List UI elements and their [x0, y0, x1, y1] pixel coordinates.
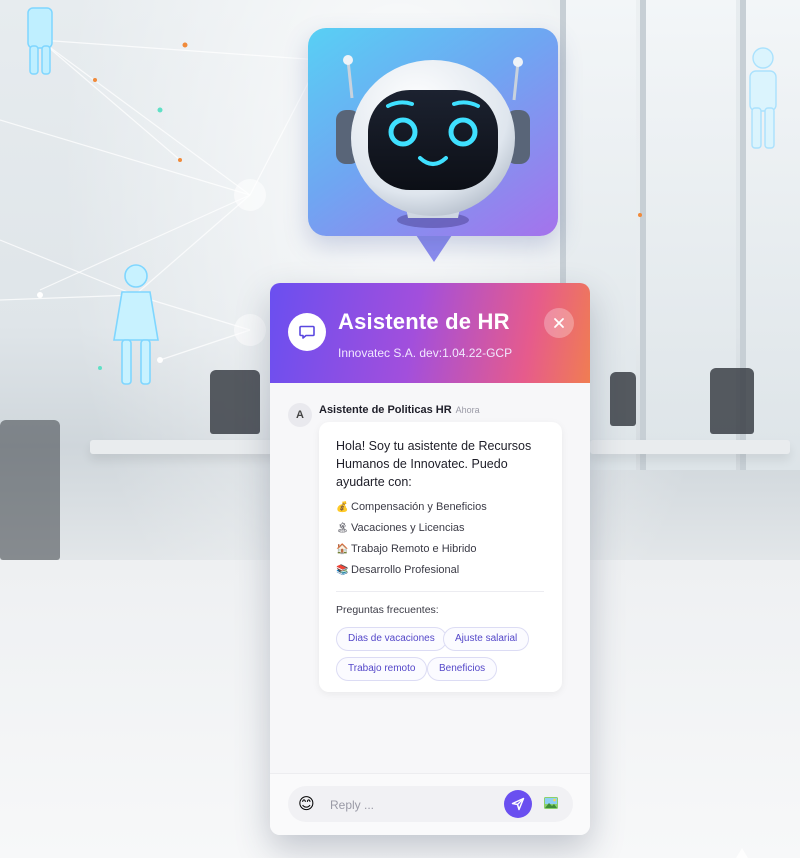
message-time: Ahora — [455, 405, 480, 415]
topic-item: 🏠 Trabajo Remoto e Hibrido — [336, 543, 477, 555]
sender-name: Asistente de Politicas HR — [319, 404, 452, 416]
palm-tree-icon: 🏝 — [336, 523, 349, 534]
bot-avatar: A — [288, 403, 312, 427]
divider — [336, 591, 544, 592]
image-icon — [544, 797, 558, 809]
reply-box: 😊 — [288, 786, 573, 822]
person-icon — [27, 7, 53, 75]
robot-icon — [336, 55, 530, 228]
send-icon — [511, 797, 525, 811]
smiley-icon[interactable]: 😊 — [298, 794, 315, 814]
topic-label: Trabajo Remoto e Hibrido — [351, 543, 477, 555]
topic-item: 📚 Desarrollo Profesional — [336, 564, 459, 576]
faq-chip-ajuste-salarial[interactable]: Ajuste salarial — [443, 627, 530, 651]
money-bag-icon: 💰 — [336, 502, 349, 513]
reply-input[interactable] — [328, 794, 492, 816]
faq-chip-trabajo-remoto[interactable]: Trabajo remoto — [336, 657, 428, 681]
hr-chat-widget: Asistente de HR Innovatec S.A. dev:1.04.… — [270, 283, 590, 835]
topic-label: Compensación y Beneficios — [351, 501, 487, 513]
faq-chip-beneficios[interactable]: Beneficios — [427, 657, 498, 681]
robot-avatar-card — [308, 28, 558, 236]
chat-header: Asistente de HR Innovatec S.A. dev:1.04.… — [270, 283, 590, 383]
message-bubble: Hola! Soy tu asistente de Recursos Human… — [319, 422, 562, 692]
person-icon — [749, 47, 777, 149]
close-icon — [554, 318, 564, 328]
faq-title: Preguntas frecuentes: — [336, 604, 439, 616]
intro-text: Hola! Soy tu asistente de Recursos Human… — [336, 439, 532, 489]
chat-bubble-icon — [288, 313, 326, 351]
close-button[interactable] — [544, 308, 574, 338]
chat-title: Asistente de HR — [338, 309, 510, 334]
image-upload-button[interactable] — [543, 795, 559, 816]
message-sender: Asistente de Politicas HR Ahora — [319, 404, 480, 416]
topic-item: 💰 Compensación y Beneficios — [336, 501, 487, 513]
books-icon: 📚 — [336, 565, 349, 576]
home-icon: 🏠 — [336, 544, 349, 555]
faq-chip-vacaciones[interactable]: Dias de vacaciones — [336, 627, 447, 651]
send-button[interactable] — [504, 790, 532, 818]
chat-subtitle: Innovatec S.A. dev:1.04.22-GCP — [338, 346, 513, 360]
message-list[interactable]: A Asistente de Politicas HR Ahora Hola! S… — [270, 383, 590, 773]
topic-label: Desarrollo Profesional — [351, 564, 460, 576]
topic-item: 🏝 Vacaciones y Licencias — [336, 522, 465, 534]
chat-footer: 😊 — [270, 773, 590, 835]
person-icon — [113, 264, 159, 385]
topic-label: Vacaciones y Licencias — [351, 522, 465, 534]
robot-card-pointer — [414, 232, 454, 262]
